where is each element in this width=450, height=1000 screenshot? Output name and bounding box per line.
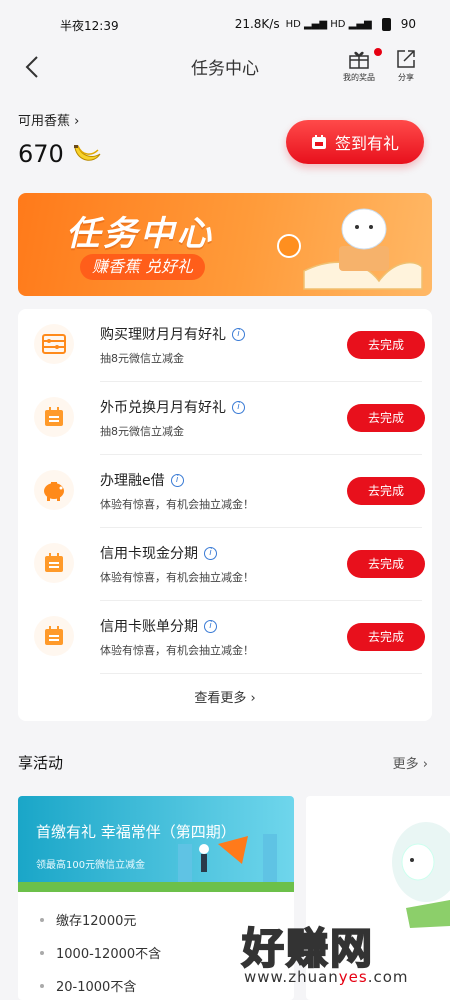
gift-icon: [349, 51, 369, 69]
complete-task-button[interactable]: 去完成: [347, 477, 425, 505]
complete-task-button[interactable]: 去完成: [347, 623, 425, 651]
info-icon[interactable]: i: [232, 400, 245, 414]
banner-title: 任务中心: [66, 214, 214, 254]
activity-illustration: [178, 834, 277, 884]
calendar-icon: [34, 543, 74, 583]
chevron-right-icon: ›: [250, 691, 256, 706]
task-title: 信用卡账单分期: [100, 619, 198, 635]
more-label: 更多: [392, 757, 419, 772]
activity-tier-list: 缴存12000元 1000-12000不含 20-1000不含: [40, 903, 161, 1000]
piggy-bank-icon: [34, 470, 74, 510]
sign-in-button[interactable]: 签到有礼: [286, 120, 424, 164]
share-icon: [397, 50, 415, 68]
info-icon[interactable]: i: [232, 327, 245, 341]
task-desc: 体验有惊喜，有机会抽立减金！: [100, 571, 254, 584]
list-item: 缴存12000元: [40, 903, 161, 936]
watermark: 好赚网: [241, 923, 375, 974]
balance-label: 可用香蕉: [18, 114, 71, 129]
status-bar: 半夜12:39 21.8K/s HD ▂▄▆ HD ▂▄▆ 90: [0, 0, 450, 48]
net-speed: 21.8K/s: [234, 17, 280, 31]
balance-value: 670: [18, 140, 64, 168]
sign-in-label: 签到有礼: [334, 134, 399, 153]
battery-level: 90: [400, 17, 416, 31]
calendar-gift-icon: [311, 135, 326, 149]
task-title: 信用卡现金分期: [100, 546, 198, 562]
task-center-banner[interactable]: 任务中心 赚香蕉 兑好礼: [18, 193, 432, 296]
task-desc: 体验有惊喜，有机会抽立减金！: [100, 498, 254, 511]
status-time: 半夜12:39: [60, 19, 119, 33]
complete-task-button[interactable]: 去完成: [347, 404, 425, 432]
list-item: 购买理财月月有好礼 i 抽8元微信立减金 去完成: [18, 309, 432, 382]
info-icon[interactable]: i: [170, 473, 184, 487]
share-label: 分享: [398, 73, 414, 82]
abacus-icon: [34, 324, 74, 364]
activity-subtitle: 领最高100元微信立减金: [36, 860, 146, 871]
banana-icon: [73, 145, 101, 161]
section-title: 享活动: [18, 754, 64, 772]
see-more-label: 查看更多: [194, 691, 247, 706]
chevron-right-icon: ›: [74, 114, 80, 129]
activities-more-link[interactable]: 更多 ›: [393, 753, 428, 772]
balance: 670: [18, 140, 102, 168]
balance-link[interactable]: 可用香蕉 ›: [18, 110, 79, 129]
task-title: 外币兑换月月有好礼: [100, 400, 226, 416]
signal-icon: HD ▂▄▆ HD ▂▄▆: [285, 18, 372, 30]
calendar-icon: [34, 616, 74, 656]
banner-subtitle: 赚香蕉 兑好礼: [80, 254, 206, 280]
activity-card-banner: 首缴有礼 幸福常伴（第四期） 领最高100元微信立减金: [18, 796, 294, 892]
nav-bar: 任务中心 我的奖品 分享: [0, 48, 450, 94]
list-item: 外币兑换月月有好礼 i 抽8元微信立减金 去完成: [18, 382, 432, 455]
calendar-icon: [34, 397, 74, 437]
task-title: 办理融e借: [100, 473, 165, 489]
my-prizes-label: 我的奖品: [343, 73, 375, 82]
watermark-url: www.zhuanyes.com: [244, 968, 409, 986]
task-title: 购买理财月月有好礼: [100, 327, 226, 343]
task-desc: 体验有惊喜，有机会抽立减金！: [100, 644, 254, 657]
task-desc: 抽8元微信立减金: [100, 425, 184, 438]
list-item: 信用卡账单分期 i 体验有惊喜，有机会抽立减金！ 去完成: [18, 601, 432, 674]
watermark-url-highlight: yes: [338, 968, 368, 986]
watermark-url-suffix: .com: [367, 968, 409, 986]
battery-icon: [381, 17, 391, 31]
info-icon[interactable]: i: [204, 619, 217, 633]
list-item: 1000-12000不含: [40, 936, 161, 969]
share-button[interactable]: 分享: [381, 48, 431, 83]
task-desc: 抽8元微信立减金: [100, 352, 184, 365]
complete-task-button[interactable]: 去完成: [347, 331, 425, 359]
list-item: 办理融e借 i 体验有惊喜，有机会抽立减金！ 去完成: [18, 455, 432, 528]
task-list: 购买理财月月有好礼 i 抽8元微信立减金 去完成 外币兑换月月有好礼 i 抽8元微信…: [18, 309, 432, 721]
divider: [100, 673, 422, 674]
watermark-url-part: www.zhuan: [244, 968, 339, 986]
chevron-right-icon: ›: [422, 757, 428, 772]
my-prizes-button[interactable]: 我的奖品: [334, 48, 384, 83]
list-item: 20-1000不含: [40, 969, 161, 1000]
complete-task-button[interactable]: 去完成: [347, 550, 425, 578]
info-icon[interactable]: i: [204, 546, 217, 560]
mascot-book-illustration: [277, 208, 423, 290]
see-more-button[interactable]: 查看更多 ›: [18, 687, 432, 706]
list-item: 信用卡现金分期 i 体验有惊喜，有机会抽立减金！ 去完成: [18, 528, 432, 601]
grass-decoration: [18, 882, 294, 892]
